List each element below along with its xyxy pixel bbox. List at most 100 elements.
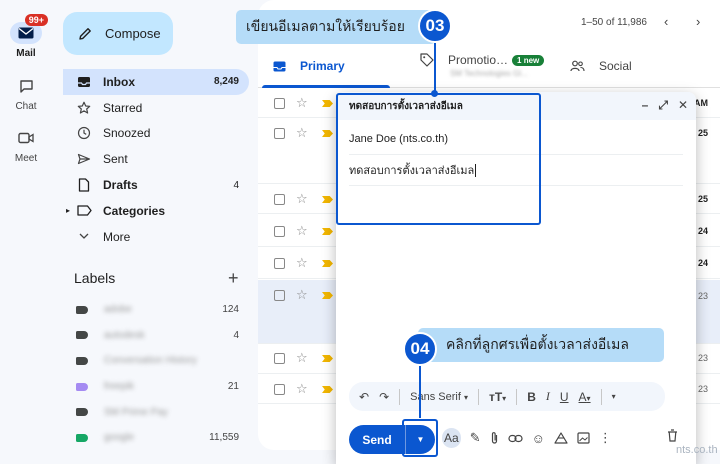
draft-icon [75, 178, 93, 192]
more-options-icon[interactable]: ⋮ [599, 430, 612, 446]
toolbar-divider [399, 388, 401, 405]
row-checkbox[interactable] [274, 194, 285, 205]
importance-marker-icon[interactable] [322, 260, 333, 267]
star-icon[interactable]: ☆ [296, 223, 308, 239]
row-checkbox[interactable] [274, 128, 285, 139]
text-color-icon[interactable]: A▾ [579, 390, 591, 404]
inbox-icon [75, 76, 93, 88]
more-formatting-icon[interactable]: ▾ [612, 392, 616, 401]
label-name: autodesk [104, 329, 145, 341]
importance-marker-icon[interactable] [322, 292, 333, 299]
undo-icon[interactable]: ↶ [359, 390, 369, 404]
label-item[interactable]: Conversation History [76, 348, 246, 374]
font-select-value: Sans Serif [410, 390, 461, 403]
row-checkbox[interactable] [274, 226, 285, 237]
rail-meet[interactable]: Meet [0, 127, 52, 164]
importance-marker-icon[interactable] [322, 100, 333, 107]
star-icon[interactable]: ☆ [296, 381, 308, 397]
pencil-icon [77, 26, 93, 42]
star-icon[interactable]: ☆ [296, 287, 308, 303]
pagination-text: 1–50 of 11,986 [581, 17, 647, 28]
italic-icon[interactable]: I [546, 389, 550, 404]
bold-icon[interactable]: B [527, 390, 536, 404]
star-icon[interactable]: ☆ [296, 191, 308, 207]
step-04-badge: 04 [403, 332, 437, 366]
formatting-options-icon[interactable]: Aa [442, 428, 461, 448]
row-date: 23 [697, 291, 708, 301]
ai-writing-icon[interactable]: ✎ [470, 430, 481, 446]
app-rail: 99+ Mail Chat Meet [0, 0, 52, 464]
drive-icon[interactable] [554, 432, 568, 444]
row-date: 24 [697, 226, 708, 236]
star-icon[interactable]: ☆ [296, 255, 308, 271]
compose-button[interactable]: Compose [63, 12, 173, 55]
sidebar-item-categories[interactable]: ▸ Categories [63, 198, 249, 224]
importance-marker-icon[interactable] [322, 228, 333, 235]
toolbar-divider [600, 388, 602, 405]
sidebar-item-inbox[interactable]: Inbox 8,249 [63, 69, 249, 95]
font-size-icon[interactable]: тT▾ [489, 390, 506, 404]
emoji-icon[interactable]: ☺ [532, 431, 545, 446]
discard-draft-icon[interactable] [667, 429, 678, 442]
row-checkbox[interactable] [274, 290, 285, 301]
step-03-badge: 03 [418, 9, 452, 43]
send-button[interactable]: Send [349, 425, 405, 454]
sidebar-item-label: Sent [103, 152, 128, 167]
importance-marker-icon[interactable] [322, 355, 333, 362]
tab-social[interactable]: Social [570, 44, 632, 88]
chevron-left-icon[interactable]: ‹ [664, 14, 668, 29]
importance-marker-icon[interactable] [322, 386, 333, 393]
dropdown-arrow-icon: ▾ [463, 392, 468, 402]
insert-photo-icon[interactable] [577, 432, 590, 444]
rail-mail[interactable]: 99+ Mail [0, 14, 52, 59]
sidebar-item-snoozed[interactable]: Snoozed [63, 121, 249, 147]
rail-meet-label: Meet [14, 153, 38, 164]
sidebar-item-label: Snoozed [103, 126, 151, 141]
row-checkbox[interactable] [274, 258, 285, 269]
label-tag-icon [76, 356, 88, 365]
new-badge: 1 new [512, 54, 545, 66]
row-date: 23 [697, 353, 708, 363]
row-date: 25 [697, 194, 708, 204]
minimize-icon[interactable]: – [642, 98, 649, 113]
close-icon[interactable]: ✕ [678, 98, 688, 113]
star-icon[interactable]: ☆ [296, 125, 308, 141]
sidebar-item-label: Categories [103, 203, 166, 218]
row-checkbox[interactable] [274, 384, 285, 395]
label-tag-icon [76, 305, 88, 314]
chevron-right-icon[interactable]: › [696, 14, 700, 29]
label-item[interactable]: adobe 124 [76, 297, 246, 323]
label-item[interactable]: SM Prime Pay [76, 399, 246, 425]
label-item[interactable]: freepik 21 [76, 374, 246, 400]
step-04-callout: คลิกที่ลูกศรเพื่อตั้งเวลาส่งอีเมล [418, 328, 664, 362]
row-checkbox[interactable] [274, 98, 285, 109]
label-item[interactable]: autodesk 4 [76, 323, 246, 349]
label-item[interactable]: google 11,559 [76, 425, 246, 451]
caret-right-icon[interactable]: ▸ [66, 206, 70, 215]
tag-icon [420, 53, 434, 67]
rail-chat[interactable]: Chat [0, 75, 52, 112]
star-icon [75, 101, 93, 115]
attach-file-icon[interactable] [490, 431, 499, 445]
redo-icon[interactable]: ↷ [379, 390, 389, 404]
label-count: 4 [233, 329, 239, 341]
sidebar-item-more[interactable]: More [63, 224, 249, 250]
underline-icon[interactable]: U [560, 390, 569, 404]
row-checkbox[interactable] [274, 353, 285, 364]
insert-link-icon[interactable] [507, 434, 523, 443]
sidebar-item-label: More [103, 229, 131, 244]
inbox-icon [273, 61, 286, 72]
tab-primary[interactable]: Primary [273, 44, 345, 88]
importance-marker-icon[interactable] [322, 196, 333, 203]
star-icon[interactable]: ☆ [296, 95, 308, 111]
sidebar-item-sent[interactable]: Sent [63, 146, 249, 172]
highlight-compose-fields [336, 93, 541, 225]
expand-icon[interactable]: ⤢ [658, 98, 668, 113]
star-icon[interactable]: ☆ [296, 350, 308, 366]
sidebar-item-drafts[interactable]: Drafts 4 [63, 172, 249, 198]
sidebar-item-starred[interactable]: Starred [63, 95, 249, 121]
add-label-button[interactable]: + [228, 268, 239, 289]
importance-marker-icon[interactable] [322, 130, 333, 137]
label-list: adobe 124 autodesk 4 Conversation Histor… [76, 297, 246, 451]
label-tag-icon [76, 408, 88, 417]
